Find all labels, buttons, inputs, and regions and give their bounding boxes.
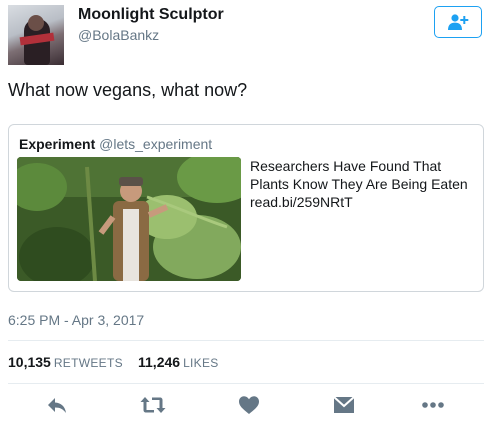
retweet-label: RETWEETS [53,356,123,370]
more-button[interactable] [418,390,448,420]
quoted-author-handle[interactable]: @lets_experiment [99,136,212,152]
avatar-head [28,15,44,31]
reply-icon [48,398,66,413]
reply-button[interactable] [42,390,72,420]
article-link[interactable]: read.bi/259NRtT [250,193,353,211]
quoted-tweet-card[interactable]: Experiment @lets_experiment Researchers … [8,124,484,292]
retweet-icon [140,397,166,413]
timestamp[interactable]: 6:25 PM - Apr 3, 2017 [8,312,144,328]
divider-top [8,340,484,341]
follow-button[interactable] [434,6,482,38]
plant-photo [17,157,241,281]
quoted-author: Experiment @lets_experiment [19,136,212,152]
retweet-stat[interactable]: 10,135 RETWEETS [8,354,123,370]
article-headline[interactable]: Researchers Have Found That Plants Know … [250,157,480,193]
more-icon [422,402,444,408]
direct-message-icon [333,396,355,413]
like-label: LIKES [183,356,219,370]
retweet-button[interactable] [138,390,168,420]
follow-user-icon [448,14,469,30]
quoted-image[interactable] [17,157,241,281]
like-icon [239,396,259,414]
tweet-text: What now vegans, what now? [8,80,248,100]
avatar[interactable] [8,5,64,65]
action-bar [0,390,500,420]
quoted-author-name[interactable]: Experiment [19,136,95,152]
like-button[interactable] [234,390,264,420]
divider-bottom [8,383,484,384]
user-handle[interactable]: @BolaBankz [78,27,159,43]
like-count: 11,246 [138,354,181,370]
retweet-count: 10,135 [8,354,51,370]
display-name[interactable]: Moonlight Sculptor [78,6,224,24]
like-stat[interactable]: 11,246 LIKES [138,354,219,370]
direct-message-button[interactable] [329,390,359,420]
